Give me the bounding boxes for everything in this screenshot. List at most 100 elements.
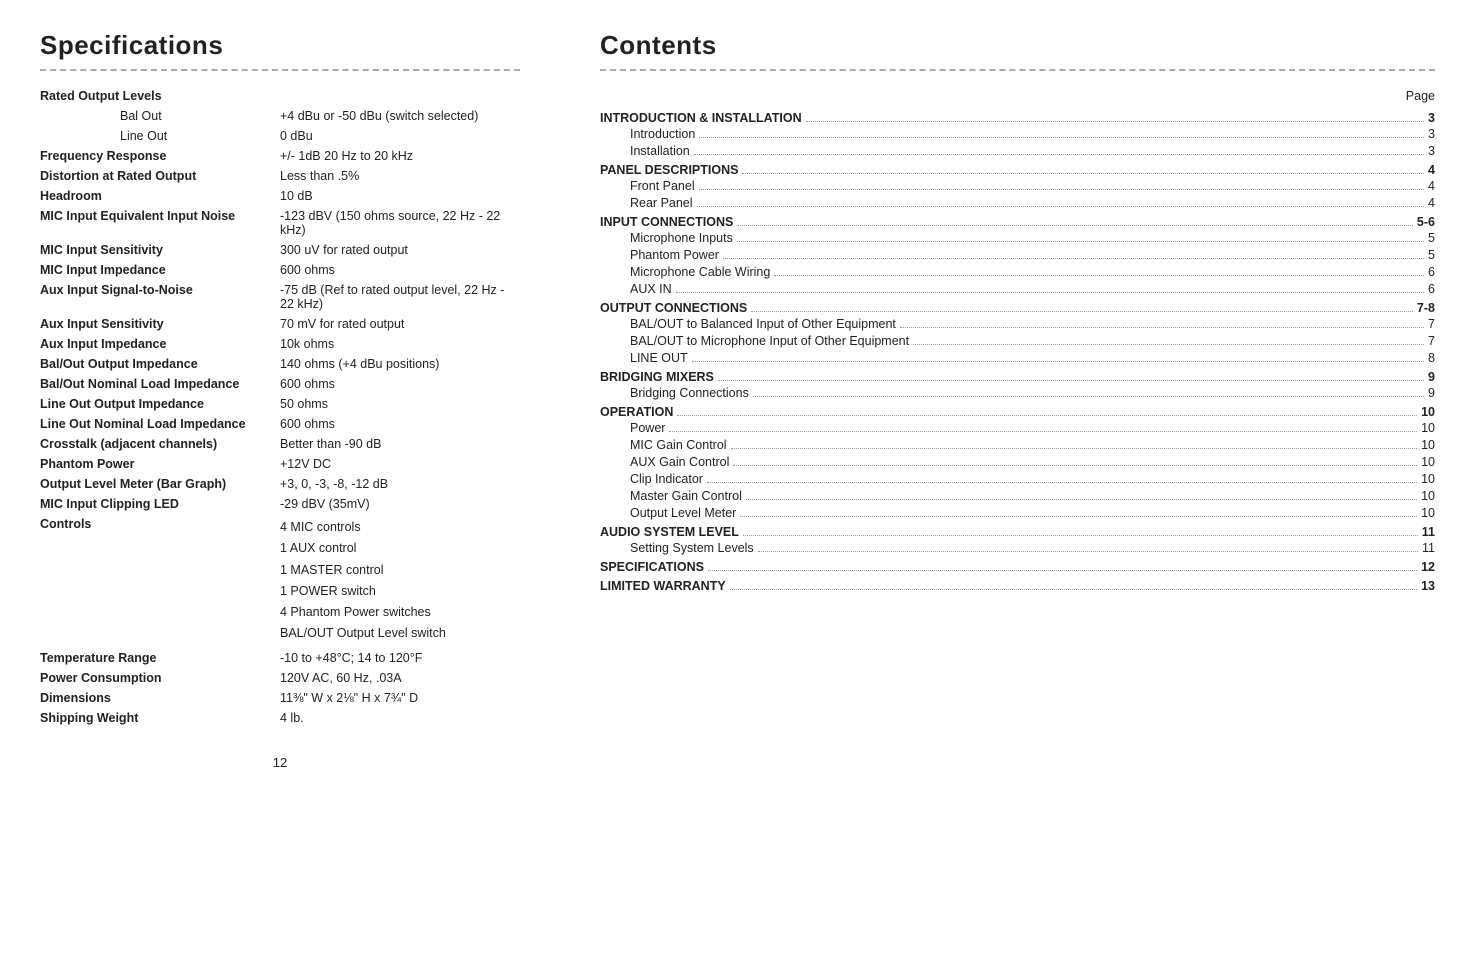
spec-value: +4 dBu or -50 dBu (switch selected) xyxy=(280,109,520,123)
toc-page: 4 xyxy=(1428,196,1435,210)
spec-value: 10 dB xyxy=(280,189,520,203)
spec-value: 70 mV for rated output xyxy=(280,317,520,331)
spec-label: MIC Input Clipping LED xyxy=(40,497,280,511)
toc-row: Output Level Meter 10 xyxy=(600,506,1435,520)
toc-dots xyxy=(758,551,1418,552)
toc-row: Bridging Connections9 xyxy=(600,386,1435,400)
toc-page: 10 xyxy=(1421,438,1435,452)
toc-row: INPUT CONNECTIONS5-6 xyxy=(600,215,1435,229)
toc-label: AUX Gain Control xyxy=(630,455,729,469)
spec-value: 300 uV for rated output xyxy=(280,243,520,257)
toc-label: Phantom Power xyxy=(630,248,719,262)
toc-row: MIC Gain Control10 xyxy=(600,438,1435,452)
spec-row: Crosstalk (adjacent channels)Better than… xyxy=(40,437,520,451)
toc-dots xyxy=(694,154,1424,155)
spec-row: MIC Input Impedance600 ohms xyxy=(40,263,520,277)
toc-page: 10 xyxy=(1421,405,1435,419)
spec-label: Line Out Output Impedance xyxy=(40,397,280,411)
specifications-section: Specifications Rated Output Levels Bal Ou… xyxy=(40,30,560,770)
toc-dots xyxy=(753,396,1424,397)
spec-value: -75 dB (Ref to rated output level, 22 Hz… xyxy=(280,283,520,311)
toc-page: 11 xyxy=(1422,525,1435,539)
toc-label: Clip Indicator xyxy=(630,472,703,486)
toc-page: 4 xyxy=(1428,179,1435,193)
toc-dots xyxy=(733,465,1417,466)
toc-dots xyxy=(742,173,1424,174)
spec-value: 600 ohms xyxy=(280,377,520,391)
spec-value: +3, 0, -3, -8, -12 dB xyxy=(280,477,520,491)
spec-label: Phantom Power xyxy=(40,457,280,471)
spec-row: Phantom Power+12V DC xyxy=(40,457,520,471)
spec-row: Bal Out+4 dBu or -50 dBu (switch selecte… xyxy=(40,109,520,123)
spec-row: Rated Output Levels xyxy=(40,89,520,103)
spec-label: Bal Out xyxy=(40,109,280,123)
toc-page: 3 xyxy=(1428,111,1435,125)
spec-row: Line Out Output Impedance50 ohms xyxy=(40,397,520,411)
toc-dots xyxy=(669,431,1417,432)
spec-value: 120V AC, 60 Hz, .03A xyxy=(280,671,520,685)
toc-dots xyxy=(723,258,1424,259)
spec-value: 4 lb. xyxy=(280,711,520,725)
spec-label: Shipping Weight xyxy=(40,711,280,725)
toc-label: Rear Panel xyxy=(630,196,693,210)
spec-label: MIC Input Sensitivity xyxy=(40,243,280,257)
toc-label: SPECIFICATIONS xyxy=(600,560,704,574)
spec-row: Dimensions11⅜" W x 2⅛" H x 7¾" D xyxy=(40,691,520,705)
toc-dots xyxy=(676,292,1424,293)
spec-label: Dimensions xyxy=(40,691,280,705)
toc-dots xyxy=(699,189,1424,190)
toc-row: Rear Panel 4 xyxy=(600,196,1435,210)
toc-row: INTRODUCTION & INSTALLATION 3 xyxy=(600,111,1435,125)
toc-dots xyxy=(730,589,1417,590)
spec-value: 140 ohms (+4 dBu positions) xyxy=(280,357,520,371)
toc-page: 6 xyxy=(1428,265,1435,279)
spec-label: Distortion at Rated Output xyxy=(40,169,280,183)
toc-row: Microphone Cable Wiring6 xyxy=(600,265,1435,279)
toc-row: Phantom Power5 xyxy=(600,248,1435,262)
spec-row: Aux Input Sensitivity70 mV for rated out… xyxy=(40,317,520,331)
spec-row: MIC Input Equivalent Input Noise-123 dBV… xyxy=(40,209,520,237)
toc-label: OUTPUT CONNECTIONS xyxy=(600,301,747,315)
toc-row: OPERATION10 xyxy=(600,405,1435,419)
toc-dots xyxy=(699,137,1424,138)
spec-label: Bal/Out Nominal Load Impedance xyxy=(40,377,280,391)
toc-page: 13 xyxy=(1421,579,1435,593)
spec-row: Line Out Nominal Load Impedance600 ohms xyxy=(40,417,520,431)
toc-dots xyxy=(737,225,1413,226)
spec-row: Aux Input Signal-to-Noise-75 dB (Ref to … xyxy=(40,283,520,311)
toc-label: Output Level Meter xyxy=(630,506,736,520)
toc-row: BRIDGING MIXERS9 xyxy=(600,370,1435,384)
spec-label: Line Out xyxy=(40,129,280,143)
toc-label: AUDIO SYSTEM LEVEL xyxy=(600,525,739,539)
toc-label: BAL/OUT to Microphone Input of Other Equ… xyxy=(630,334,909,348)
toc-page: 7-8 xyxy=(1417,301,1435,315)
toc-dots xyxy=(900,327,1424,328)
spec-label: Aux Input Impedance xyxy=(40,337,280,351)
spec-row: MIC Input Sensitivity300 uV for rated ou… xyxy=(40,243,520,257)
spec-value: 600 ohms xyxy=(280,417,520,431)
toc-label: INTRODUCTION & INSTALLATION xyxy=(600,111,802,125)
spec-value: 600 ohms xyxy=(280,263,520,277)
toc-dots xyxy=(751,311,1413,312)
spec-value: 0 dBu xyxy=(280,129,520,143)
toc-label: Installation xyxy=(630,144,690,158)
toc-page: 10 xyxy=(1421,506,1435,520)
toc-label: PANEL DESCRIPTIONS xyxy=(600,163,738,177)
toc-dots xyxy=(746,499,1417,500)
page-number: 12 xyxy=(40,755,520,770)
spec-row: Headroom10 dB xyxy=(40,189,520,203)
toc-dots xyxy=(740,516,1417,517)
spec-label: Bal/Out Output Impedance xyxy=(40,357,280,371)
toc-row: Clip Indicator10 xyxy=(600,472,1435,486)
toc-row: AUX IN6 xyxy=(600,282,1435,296)
spec-row: Controls4 MIC controls 1 AUX control 1 M… xyxy=(40,517,520,645)
toc-table: INTRODUCTION & INSTALLATION3Introduction… xyxy=(600,111,1435,593)
toc-row: Master Gain Control10 xyxy=(600,489,1435,503)
toc-dots xyxy=(708,570,1417,571)
toc-page: 7 xyxy=(1428,317,1435,331)
toc-page: 9 xyxy=(1428,386,1435,400)
toc-page: 3 xyxy=(1428,144,1435,158)
specs-title: Specifications xyxy=(40,30,520,71)
toc-row: OUTPUT CONNECTIONS 7-8 xyxy=(600,301,1435,315)
page-column-label: Page xyxy=(1406,89,1435,103)
